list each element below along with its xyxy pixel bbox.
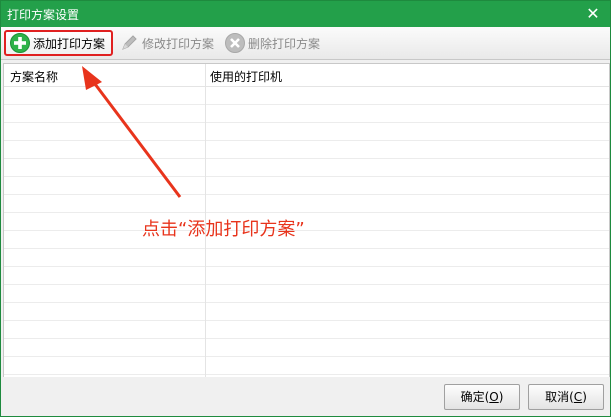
annotation-text: 点击“添加打印方案” [142,219,305,240]
table-row[interactable] [4,122,609,141]
ok-button[interactable]: 确定(O) [444,384,520,410]
add-print-scheme-label: 添加打印方案 [33,36,106,51]
table-row[interactable] [4,230,609,249]
column-header-scheme-name[interactable]: 方案名称 [10,68,58,85]
ok-button-label-end: ) [498,390,504,404]
cancel-button-accesskey: C [573,390,583,404]
table-row[interactable] [4,140,609,159]
print-scheme-table[interactable]: 方案名称 使用的打印机 [3,63,610,378]
title-bar[interactable]: 打印方案设置 ✕ [1,1,610,27]
close-icon[interactable]: ✕ [582,3,604,25]
dialog-window: 打印方案设置 ✕ 添加打印方案 修改打印方案 删除打印方案 方案名称 使用的打印… [0,0,611,417]
table-row[interactable] [4,104,609,123]
table-row[interactable] [4,158,609,177]
delete-print-scheme-button[interactable]: 删除打印方案 [221,30,325,56]
pencil-icon [122,35,137,50]
table-row[interactable] [4,266,609,285]
toolbar: 添加打印方案 修改打印方案 删除打印方案 [1,27,610,60]
cancel-button[interactable]: 取消(C) [528,384,604,410]
edit-print-scheme-button[interactable]: 修改打印方案 [115,30,219,56]
table-row[interactable] [4,284,609,303]
dialog-footer: 确定(O) 取消(C) [1,377,610,416]
window-title: 打印方案设置 [7,8,80,22]
column-header-printer[interactable]: 使用的打印机 [210,68,282,85]
table-header: 方案名称 使用的打印机 [4,64,609,87]
table-row[interactable] [4,320,609,339]
add-print-scheme-button[interactable]: 添加打印方案 [4,30,113,56]
table-row[interactable] [4,86,609,105]
table-body [4,86,609,377]
cancel-button-label: 取消( [545,390,574,404]
table-row[interactable] [4,176,609,195]
table-row[interactable] [4,302,609,321]
table-row[interactable] [4,338,609,357]
table-row[interactable] [4,194,609,213]
table-row[interactable] [4,356,609,375]
edit-print-scheme-label: 修改打印方案 [142,36,215,51]
x-circle-icon [225,33,245,53]
ok-button-label: 确定( [460,390,490,404]
plus-circle-icon [10,33,30,53]
table-row[interactable] [4,212,609,231]
cancel-button-label-end: ) [582,390,587,404]
table-row[interactable] [4,248,609,267]
delete-print-scheme-label: 删除打印方案 [248,36,321,51]
ok-button-accesskey: O [489,390,499,404]
